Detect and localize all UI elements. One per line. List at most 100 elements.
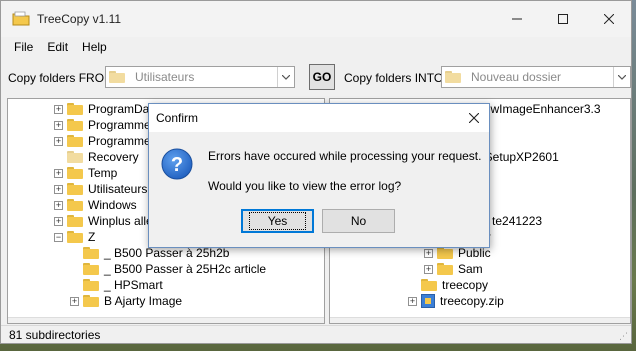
tree-item[interactable]: + Sam	[424, 261, 483, 277]
folder-icon	[67, 183, 83, 195]
tree-item[interactable]: + ProgramData	[54, 101, 159, 117]
copy-into-value: Nouveau dossier	[471, 70, 562, 84]
dropdown-arrow-icon[interactable]	[277, 67, 294, 87]
expand-icon[interactable]: +	[54, 104, 63, 114]
dialog-body: ? Errors have occured while processing y…	[149, 132, 489, 247]
tree-item-label: _ B500 Passer à 25h2b	[104, 246, 230, 260]
yes-button[interactable]: Yes	[241, 209, 314, 233]
dialog-title: Confirm	[156, 111, 199, 125]
maximize-icon	[558, 14, 568, 24]
expand-icon[interactable]: +	[408, 296, 417, 306]
tree-item-label: _ B500 Passer à 25H2c article	[104, 262, 267, 276]
folder-icon	[83, 295, 99, 307]
tree-item-label: Recovery	[88, 150, 139, 164]
menu-file[interactable]: File	[7, 37, 40, 57]
tree-item[interactable]: − Z	[54, 229, 95, 245]
folder-icon	[437, 247, 453, 259]
expand-icon[interactable]: +	[54, 136, 63, 146]
tree-item-label: treecopy.zip	[440, 294, 504, 308]
folder-icon	[421, 279, 437, 291]
no-button[interactable]: No	[322, 209, 395, 233]
copy-into-label: Copy folders INTO	[344, 71, 444, 85]
tree-item[interactable]: Recovery	[54, 149, 139, 165]
tree-item-label: Windows	[88, 198, 137, 212]
expand-icon[interactable]: +	[424, 264, 433, 274]
minimize-icon	[512, 18, 522, 20]
folder-icon	[83, 247, 99, 259]
menu-help[interactable]: Help	[75, 37, 114, 57]
resize-grip-icon[interactable]: ⋰	[619, 331, 629, 341]
dialog-message: Errors have occured while processing you…	[208, 149, 482, 163]
copy-into-combo[interactable]: Nouveau dossier	[441, 66, 631, 88]
tree-item[interactable]: + Programmes	[54, 117, 157, 133]
tree-item-label: Temp	[88, 166, 118, 180]
status-text: 81 subdirectories	[9, 328, 101, 342]
copy-from-value: Utilisateurs	[135, 70, 195, 84]
zip-file-icon	[421, 294, 435, 308]
folder-icon	[67, 103, 83, 115]
toolbar: Copy folders FROM Utilisateurs GO Copy f…	[1, 64, 631, 92]
dialog-question: Would you like to view the error log?	[208, 179, 402, 193]
tree-item-label: Z	[88, 230, 96, 244]
folder-icon	[83, 263, 99, 275]
close-button[interactable]	[586, 1, 631, 37]
tree-item-label: B Ajarty Image	[104, 294, 183, 308]
expand-icon[interactable]: +	[54, 184, 63, 194]
tree-item[interactable]: + treecopy.zip	[408, 293, 504, 309]
tree-item[interactable]: _ B500 Passer à 25H2c article	[70, 261, 266, 277]
copy-from-label: Copy folders FROM	[8, 71, 115, 85]
folder-icon	[437, 263, 453, 275]
tree-item[interactable]: + Utilisateurs	[54, 181, 147, 197]
close-icon	[604, 14, 614, 24]
dialog-title-bar[interactable]: Confirm	[149, 104, 489, 132]
tree-item-label: _ HPSmart	[104, 278, 163, 292]
tree-item[interactable]: + Windows	[54, 197, 137, 213]
tree-item-label: Programmes	[88, 118, 157, 132]
folder-icon	[67, 119, 83, 131]
folder-icon	[67, 215, 83, 227]
status-bar: 81 subdirectories ⋰	[1, 325, 631, 343]
dropdown-arrow-icon[interactable]	[613, 67, 630, 87]
folder-icon	[67, 167, 83, 179]
folder-icon	[445, 71, 461, 83]
tree-item-label: Sam	[458, 262, 483, 276]
expand-icon[interactable]: +	[424, 248, 433, 258]
folder-icon	[109, 71, 125, 83]
window-title: TreeCopy v1.11	[37, 12, 122, 26]
question-icon: ?	[161, 148, 193, 180]
tree-item-label: Utilisateurs	[88, 182, 148, 196]
tree-item[interactable]: _ HPSmart	[70, 277, 163, 293]
expand-icon[interactable]: +	[70, 296, 79, 306]
tree-item[interactable]: treecopy	[408, 277, 488, 293]
tree-item[interactable]: + B Ajarty Image	[70, 293, 182, 309]
close-icon	[469, 113, 479, 123]
expand-icon[interactable]: +	[54, 120, 63, 130]
title-bar[interactable]: TreeCopy v1.11	[1, 1, 631, 37]
go-button[interactable]: GO	[309, 64, 335, 90]
confirm-dialog: Confirm ? Errors have occured while proc…	[148, 103, 490, 248]
maximize-button[interactable]	[540, 1, 586, 37]
expand-icon[interactable]: +	[54, 200, 63, 210]
tree-item[interactable]: + Winplus allég	[54, 213, 159, 229]
treecopy-app-icon	[12, 11, 30, 26]
folder-icon	[67, 231, 83, 243]
tree-item-label: treecopy	[442, 278, 489, 292]
horizontal-scrollbar[interactable]	[8, 317, 324, 323]
horizontal-scrollbar[interactable]	[330, 317, 630, 323]
dialog-close-button[interactable]	[459, 104, 489, 132]
menu-edit[interactable]: Edit	[40, 37, 75, 57]
folder-icon	[67, 135, 83, 147]
expand-icon[interactable]: +	[54, 168, 63, 178]
collapse-icon[interactable]: −	[54, 232, 63, 242]
folder-icon	[67, 199, 83, 211]
tree-item[interactable]: + Temp	[54, 165, 117, 181]
tree-item-label: Public	[458, 246, 491, 260]
no-button-label: No	[350, 214, 367, 228]
menu-bar: File Edit Help	[1, 37, 631, 57]
expand-icon[interactable]: +	[54, 216, 63, 226]
minimize-button[interactable]	[494, 1, 540, 37]
folder-icon	[67, 151, 83, 163]
folder-icon	[83, 279, 99, 291]
copy-from-combo[interactable]: Utilisateurs	[105, 66, 295, 88]
yes-button-label: Yes	[248, 212, 307, 230]
